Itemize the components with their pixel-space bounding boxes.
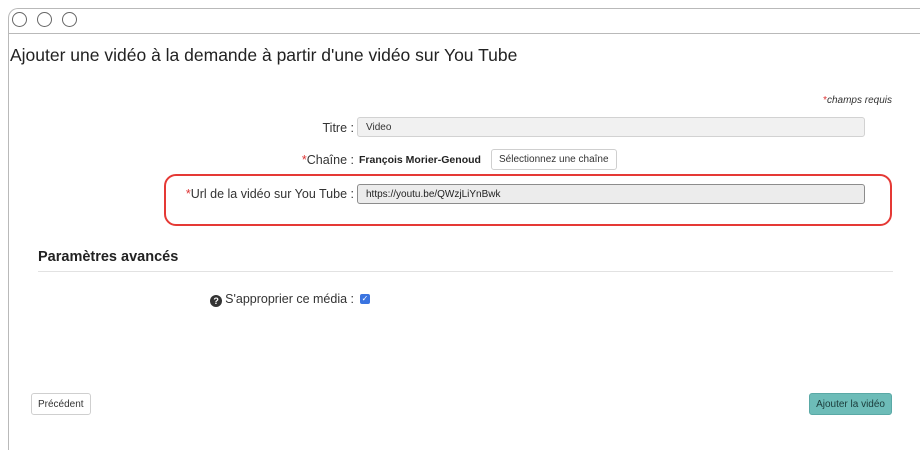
advanced-settings-heading: Paramètres avancés <box>38 249 179 265</box>
required-fields-note: *champs requis <box>823 95 892 106</box>
close-window-button[interactable] <box>12 12 27 27</box>
title-input[interactable]: Video <box>357 117 865 137</box>
required-note-text: champs requis <box>826 95 892 106</box>
appropriate-media-label: ? S'approprier ce média : <box>210 292 354 307</box>
section-divider <box>38 271 893 272</box>
channel-value: François Morier-Genoud <box>359 154 481 166</box>
appropriate-media-label-text: S'approprier ce média : <box>225 292 354 306</box>
select-channel-button[interactable]: Sélectionnez une chaîne <box>491 149 617 170</box>
window-titlebar <box>9 9 920 34</box>
minimize-window-button[interactable] <box>37 12 52 27</box>
maximize-window-button[interactable] <box>62 12 77 27</box>
youtube-url-input[interactable]: https://youtu.be/QWzjLiYnBwk <box>357 184 865 204</box>
previous-button[interactable]: Précédent <box>31 393 91 415</box>
channel-label: *Chaîne : <box>302 153 354 167</box>
help-icon[interactable]: ? <box>210 295 223 307</box>
appropriate-media-checkbox[interactable]: ✓ <box>360 294 370 304</box>
add-video-button[interactable]: Ajouter la vidéo <box>809 393 892 415</box>
title-label: Titre : <box>322 121 354 135</box>
page-title: Ajouter une vidéo à la demande à partir … <box>10 45 518 65</box>
channel-label-text: Chaîne : <box>306 153 354 167</box>
url-label-text-visible: Url de la vidéo sur You Tube : <box>190 187 354 201</box>
browser-window: Ajouter une vidéo à la demande à partir … <box>8 8 920 450</box>
url-label: *Url de la vidéo sur You Tube : <box>186 187 354 201</box>
